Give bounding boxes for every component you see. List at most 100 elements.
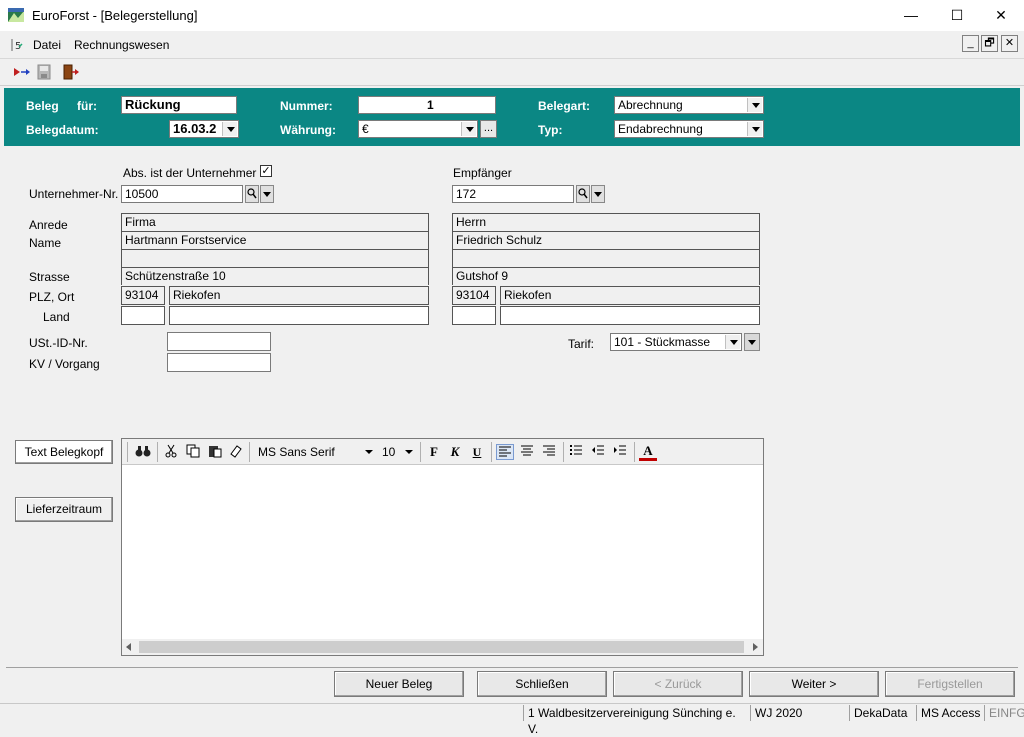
maximize-button[interactable]: ☐: [934, 0, 980, 31]
status-organization: 1 Waldbesitzervereinigung Sünching e. V.: [523, 705, 747, 736]
waehrung-dropdown-icon[interactable]: [461, 122, 476, 136]
align-center-icon[interactable]: [518, 444, 536, 460]
tarif-dropdown-icon[interactable]: [725, 335, 740, 349]
land-label: Land: [43, 310, 70, 324]
sender-ort[interactable]: Riekofen: [169, 286, 429, 305]
paste-icon[interactable]: [206, 444, 224, 460]
ust-input[interactable]: [167, 332, 271, 351]
sender-strasse[interactable]: Schützenstraße 10: [122, 268, 428, 286]
menu-rechnungswesen[interactable]: Rechnungswesen: [74, 38, 169, 52]
empfaenger-search-button[interactable]: [576, 185, 590, 203]
font-select[interactable]: MS Sans Serif: [253, 443, 375, 461]
text-belegkopf-button[interactable]: Text Belegkopf: [15, 440, 113, 464]
typ-dropdown-icon[interactable]: [747, 122, 762, 136]
sender-name2[interactable]: [122, 250, 428, 268]
font-color-button[interactable]: A: [639, 444, 657, 461]
chevron-down-icon: [263, 192, 271, 197]
unternehmer-search-button[interactable]: [245, 185, 259, 203]
chevron-down-icon: [365, 450, 373, 454]
zurueck-button[interactable]: < Zurück: [613, 671, 743, 697]
indent-icon[interactable]: [611, 444, 629, 460]
recipient-strasse[interactable]: Gutshof 9: [453, 268, 759, 286]
app-icon: [8, 8, 24, 22]
scroll-left-icon[interactable]: [125, 643, 133, 651]
status-access: MS Access: [916, 705, 982, 721]
sender-land[interactable]: [121, 306, 165, 325]
mdi-restore-button[interactable]: 🗗: [981, 35, 998, 52]
sender-name[interactable]: Hartmann Forstservice: [122, 232, 428, 250]
fertigstellen-button[interactable]: Fertigstellen: [885, 671, 1015, 697]
separator: [491, 442, 492, 462]
waehrung-select[interactable]: €: [358, 120, 478, 138]
recipient-anrede[interactable]: Herrn: [453, 214, 759, 232]
recipient-name[interactable]: Friedrich Schulz: [453, 232, 759, 250]
belegdatum-dropdown-icon[interactable]: [222, 122, 237, 136]
mdi-close-button[interactable]: ✕: [1001, 35, 1018, 52]
title-bar: EuroForst - [Belegerstellung] — ☐ ✕: [0, 0, 1024, 31]
binoculars-icon[interactable]: [134, 444, 152, 460]
tarif-select[interactable]: 101 - Stückmasse: [610, 333, 742, 351]
typ-select[interactable]: Endabrechnung: [614, 120, 764, 138]
italic-button[interactable]: K: [446, 444, 464, 460]
editor-content[interactable]: [122, 466, 763, 639]
recipient-ort[interactable]: Riekofen: [500, 286, 760, 305]
sender-land2[interactable]: [169, 306, 429, 325]
status-mode: EINFG: [984, 705, 1024, 721]
copy-icon[interactable]: [184, 444, 202, 460]
lieferzeitraum-button[interactable]: Lieferzeitraum: [15, 497, 113, 522]
align-left-icon[interactable]: [496, 444, 514, 460]
neuer-beleg-button[interactable]: Neuer Beleg: [334, 671, 464, 697]
mdi-minimize-button[interactable]: _: [962, 35, 979, 52]
empfaenger-label: Empfänger: [453, 166, 512, 180]
kv-input[interactable]: [167, 353, 271, 372]
belegart-label: Belegart:: [538, 99, 591, 113]
unternehmer-dropdown-button[interactable]: [260, 185, 274, 203]
mdi-document-icon[interactable]: 5: [10, 38, 26, 52]
exit-door-icon[interactable]: [62, 63, 80, 81]
scroll-right-icon[interactable]: [751, 643, 759, 651]
close-button[interactable]: ✕: [978, 0, 1024, 31]
recipient-land[interactable]: [452, 306, 496, 325]
abs-unternehmer-checkbox[interactable]: ✓: [260, 165, 272, 177]
menu-datei[interactable]: Datei: [33, 38, 61, 52]
scrollbar-thumb[interactable]: [139, 641, 744, 653]
weiter-button[interactable]: Weiter >: [749, 671, 879, 697]
recipient-plz[interactable]: 93104: [452, 286, 496, 305]
recipient-name2[interactable]: [453, 250, 759, 268]
sender-plz[interactable]: 93104: [121, 286, 165, 305]
toolbar: [0, 59, 1024, 86]
belegdatum-picker[interactable]: 16.03.2: [169, 120, 239, 138]
abs-unternehmer-label: Abs. ist der Unternehmer: [123, 166, 257, 180]
underline-button[interactable]: U: [468, 444, 486, 460]
outdent-icon[interactable]: [589, 444, 607, 460]
beleg-label: Beleg: [26, 99, 59, 113]
recipient-land2[interactable]: [500, 306, 760, 325]
eraser-icon[interactable]: [227, 444, 245, 460]
tarif-extra-button[interactable]: [744, 333, 760, 351]
save-icon[interactable]: [37, 64, 51, 80]
belegart-dropdown-icon[interactable]: [747, 98, 762, 112]
chevron-down-icon: [594, 192, 602, 197]
minimize-button[interactable]: —: [888, 0, 934, 31]
cut-icon[interactable]: [162, 444, 180, 460]
bullet-list-icon[interactable]: [567, 444, 585, 460]
belegart-select[interactable]: Abrechnung: [614, 96, 764, 114]
unternehmer-nr-input[interactable]: 10500: [121, 185, 243, 203]
empfaenger-nr-input[interactable]: 172: [452, 185, 574, 203]
rich-text-editor: MS Sans Serif 10 F K U A: [121, 438, 764, 656]
font-size-select[interactable]: 10: [377, 443, 417, 461]
menu-bar: 5 Datei Rechnungswesen _ 🗗 ✕: [0, 31, 1024, 59]
empfaenger-dropdown-button[interactable]: [591, 185, 605, 203]
sender-anrede[interactable]: Firma: [122, 214, 428, 232]
beleg-input[interactable]: Rückung: [121, 96, 237, 114]
bold-button[interactable]: F: [425, 444, 443, 460]
run-arrows-icon[interactable]: [12, 65, 32, 79]
editor-horizontal-scrollbar[interactable]: [122, 639, 763, 655]
schliessen-button[interactable]: Schließen: [477, 671, 607, 697]
align-right-icon[interactable]: [540, 444, 558, 460]
typ-value: Endabrechnung: [618, 122, 703, 136]
waehrung-browse-button[interactable]: ...: [480, 120, 497, 138]
nummer-input[interactable]: 1: [358, 96, 496, 114]
name-label: Name: [29, 236, 62, 250]
belegart-value: Abrechnung: [618, 98, 683, 112]
